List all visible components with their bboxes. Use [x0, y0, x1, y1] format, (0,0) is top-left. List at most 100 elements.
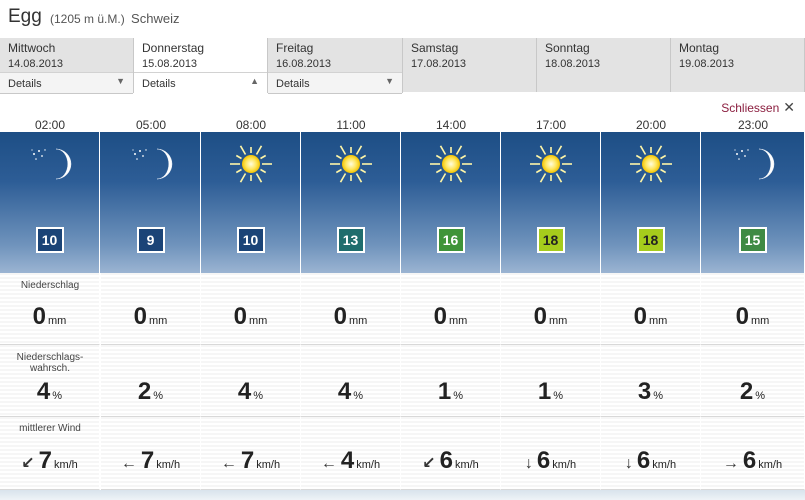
precip-cell: 0 mm — [701, 273, 805, 345]
day-tab-sonntag[interactable]: Sonntag 18.08.2013 — [537, 38, 671, 92]
precip-prob-cell: 1% — [501, 345, 601, 417]
chevron-down-icon: ▼ — [116, 76, 125, 86]
precip-prob-row: 4% 2% 4% 4% 1% 1% 3% 2% — [0, 345, 805, 417]
wind-label: mittlerer Wind — [19, 423, 81, 434]
temperature-badge: 18 — [636, 227, 665, 253]
wind-unit: km/h — [356, 459, 381, 471]
prob-unit: % — [52, 390, 63, 402]
precip-number: 0 — [633, 303, 648, 330]
day-tab-donnerstag[interactable]: Donnerstag 15.08.2013 Details ▲ — [134, 38, 268, 93]
day-name: Mittwoch — [8, 41, 56, 55]
wind-cell: → 6 km/h — [701, 417, 805, 490]
details-dropdown[interactable]: Details ▼ — [268, 72, 402, 94]
wind-value: ← 4 km/h — [301, 447, 400, 475]
precip-cell: 0 mm — [501, 273, 601, 345]
wind-direction-icon: ↓ — [524, 455, 533, 472]
details-label: Details — [276, 78, 310, 90]
precip-prob-value: 2% — [701, 378, 804, 406]
day-tabs: Mittwoch 14.08.2013 Details ▼ Donnerstag… — [0, 38, 805, 94]
location-name: Egg — [8, 6, 42, 27]
precip-unit: mm — [149, 315, 168, 327]
sun-icon — [527, 144, 575, 184]
details-dropdown[interactable]: Details ▲ — [134, 72, 267, 93]
sun-icon — [427, 144, 475, 184]
prob-unit: % — [653, 390, 664, 402]
bottom-bar — [0, 490, 805, 500]
wind-value: ↓ 6 km/h — [501, 447, 600, 475]
prob-unit: % — [153, 390, 164, 402]
prob-number: 1 — [437, 378, 452, 405]
wind-number: 7 — [240, 447, 255, 474]
precip-prob-value: 4% — [301, 378, 400, 406]
prob-number: 2 — [739, 378, 754, 405]
day-name: Freitag — [276, 41, 314, 55]
temperature-badge: 18 — [536, 227, 565, 253]
precip-prob-value: 4% — [0, 378, 99, 406]
precip-value: 0 mm — [401, 303, 500, 331]
precip-value: 0 mm — [0, 303, 99, 331]
chevron-down-icon: ▼ — [385, 76, 394, 86]
day-name: Samstag — [411, 41, 459, 55]
forecast-slot: 9 — [101, 132, 201, 273]
precip-unit: mm — [751, 315, 770, 327]
prob-number: 4 — [337, 378, 352, 405]
day-tab-freitag[interactable]: Freitag 16.08.2013 Details ▼ — [268, 38, 403, 94]
precip-label: Niederschlag — [20, 280, 80, 291]
temperature-badge: 13 — [336, 227, 365, 253]
precip-value: 0 mm — [101, 303, 200, 331]
precip-value: 0 mm — [601, 303, 700, 331]
wind-direction-icon: → — [722, 455, 739, 472]
prob-number: 3 — [637, 378, 652, 405]
wind-cell: ← 7 km/h — [201, 417, 301, 490]
details-dropdown[interactable]: Details ▼ — [0, 72, 133, 94]
wind-cell: ← 4 km/h — [301, 417, 401, 490]
chevron-up-icon: ▲ — [250, 76, 259, 86]
details-label: Details — [142, 78, 176, 90]
temperature-badge: 16 — [436, 227, 465, 253]
wind-cell: ← 7 km/h — [101, 417, 201, 490]
wind-direction-icon: ↙ — [422, 455, 436, 472]
moon-stars-icon — [26, 144, 74, 184]
wind-cell: ↙ 6 km/h — [401, 417, 501, 490]
forecast-grid: 0 mm 0 mm 0 mm 0 mm 0 mm 0 mm 0 mm 0 mm 4% 2% 4% 4% 1% 1% 3% 2… — [0, 273, 805, 490]
wind-cell: ↓ 6 km/h — [601, 417, 701, 490]
precip-unit: mm — [48, 315, 67, 327]
wind-direction-icon: ← — [320, 455, 337, 472]
prob-unit: % — [453, 390, 464, 402]
precip-number: 0 — [333, 303, 348, 330]
precip-prob-cell: 3% — [601, 345, 701, 417]
close-button[interactable]: Schliessen ✕ — [721, 99, 795, 116]
wind-number: 7 — [140, 447, 155, 474]
precip-cell: 0 mm — [301, 273, 401, 345]
wind-value: ← 7 km/h — [201, 447, 300, 475]
wind-unit: km/h — [53, 459, 78, 471]
details-label: Details — [8, 78, 42, 90]
wind-direction-icon: ← — [220, 455, 237, 472]
wind-direction-icon: ↙ — [21, 455, 35, 472]
moon-stars-icon — [127, 144, 175, 184]
precip-prob-cell: 4% — [201, 345, 301, 417]
precip-prob-value: 2% — [101, 378, 200, 406]
day-date: 16.08.2013 — [276, 58, 332, 70]
day-tab-mittwoch[interactable]: Mittwoch 14.08.2013 Details ▼ — [0, 38, 134, 94]
precip-cell: 0 mm — [401, 273, 501, 345]
precip-unit: mm — [449, 315, 468, 327]
wind-unit: km/h — [552, 459, 577, 471]
precip-number: 0 — [735, 303, 750, 330]
prob-number: 2 — [137, 378, 152, 405]
precip-cell: 0 mm — [601, 273, 701, 345]
day-tab-montag[interactable]: Montag 19.08.2013 — [671, 38, 805, 92]
forecast-slot: 18 — [601, 132, 701, 273]
temperature-badge: 9 — [136, 227, 165, 253]
forecast-slot: 16 — [401, 132, 501, 273]
forecast-slot: 13 — [301, 132, 401, 273]
close-label: Schliessen — [721, 101, 780, 115]
location-meta: (1205 m ü.M.) Schweiz — [50, 11, 179, 26]
wind-number: 4 — [340, 447, 355, 474]
precip-unit: mm — [549, 315, 568, 327]
precip-unit: mm — [249, 315, 268, 327]
wind-number: 6 — [439, 447, 453, 474]
wind-number: 7 — [38, 447, 52, 474]
day-tab-samstag[interactable]: Samstag 17.08.2013 — [403, 38, 537, 92]
wind-number: 6 — [636, 447, 651, 474]
